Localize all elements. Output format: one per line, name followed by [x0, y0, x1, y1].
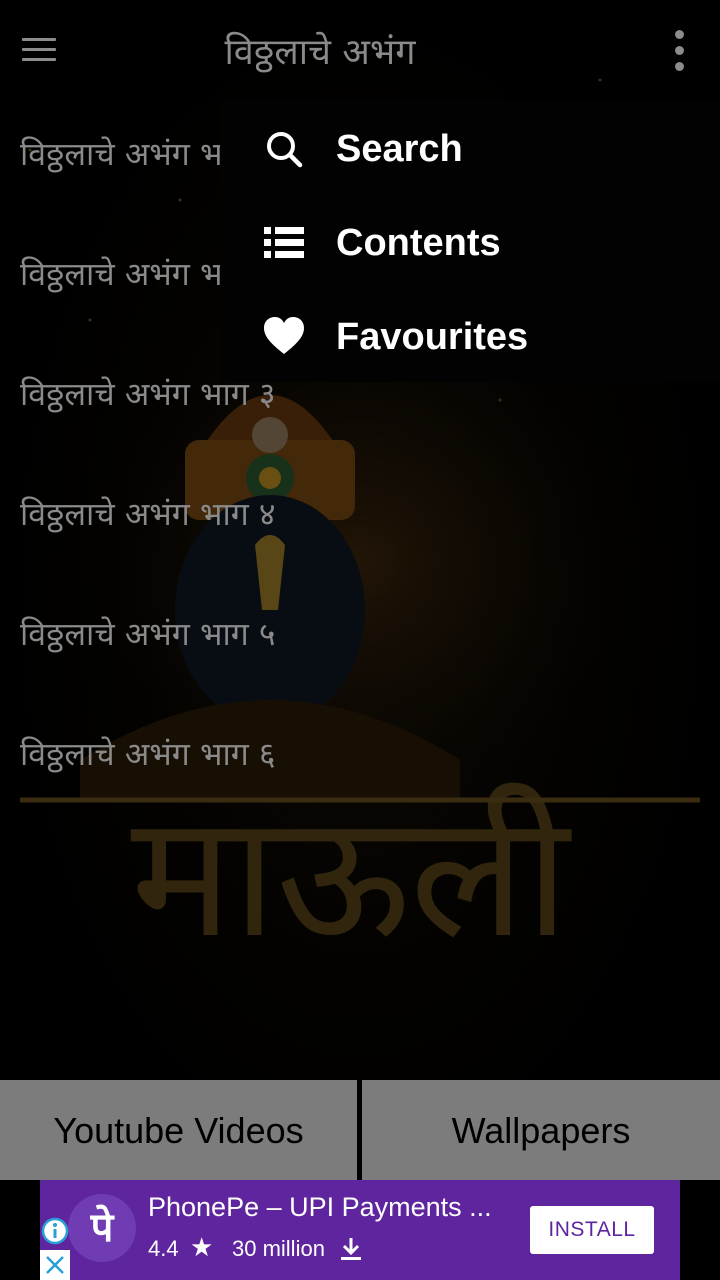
- menu-item-favourites[interactable]: Favourites: [220, 290, 720, 384]
- app-title: विठ्ठलाचे अभंग: [224, 32, 416, 73]
- ad-info-icon[interactable]: [40, 1216, 70, 1246]
- list-item[interactable]: विठ्ठलाचे अभंग भाग ५: [20, 584, 700, 684]
- list-item[interactable]: विठ्ठलाचे अभंग भाग ४: [20, 464, 700, 564]
- app-bar: विठ्ठलाचे अभंग: [0, 0, 720, 100]
- phonepe-logo: पे: [68, 1194, 136, 1262]
- wallpapers-button[interactable]: Wallpapers: [362, 1080, 720, 1180]
- search-icon: [267, 132, 303, 168]
- youtube-videos-button[interactable]: Youtube Videos: [0, 1080, 357, 1180]
- ad-rating: 4.4: [148, 1236, 179, 1261]
- heart-icon: [264, 317, 304, 354]
- more-vert-icon[interactable]: [656, 22, 704, 78]
- bottom-button-row: Youtube Videos Wallpapers: [0, 1080, 720, 1180]
- overflow-menu: Search Contents Favourites: [220, 100, 720, 382]
- menu-item-search[interactable]: Search: [220, 102, 720, 196]
- ad-downloads: 30 million: [232, 1236, 325, 1261]
- star-icon: ★: [190, 1232, 214, 1262]
- menu-item-contents[interactable]: Contents: [220, 196, 720, 290]
- ad-banner[interactable]: पे PhonePe – UPI Payments ... 4.4 ★ 30 m…: [40, 1180, 680, 1280]
- list-icon: [264, 227, 304, 258]
- menu-item-label: Contents: [336, 222, 501, 264]
- menu-item-label: Favourites: [336, 316, 529, 358]
- ad-close-icon[interactable]: [40, 1250, 70, 1280]
- ad-title: PhonePe – UPI Payments ...: [148, 1192, 492, 1222]
- install-button[interactable]: INSTALL: [530, 1206, 654, 1254]
- download-icon: [341, 1238, 361, 1260]
- list-item[interactable]: विठ्ठलाचे अभंग भाग ६: [20, 704, 700, 804]
- menu-item-label: Search: [336, 128, 463, 170]
